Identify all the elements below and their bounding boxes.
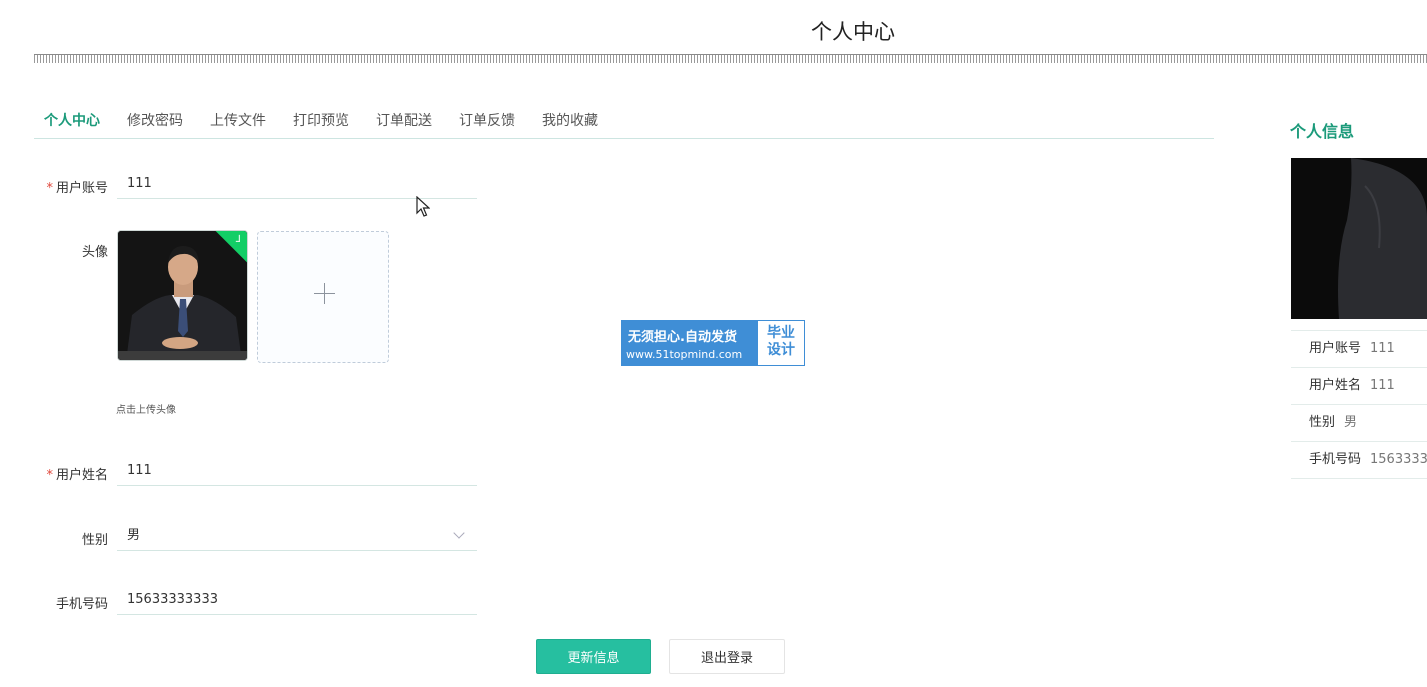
watermark-badge: 毕业 设计 xyxy=(758,321,804,365)
profile-page: 个人中心 个人中心 修改密码 上传文件 打印预览 订单配送 订单反馈 我的收藏 … xyxy=(0,0,1427,687)
sidebar-info-list: 用户账号111 用户姓名111 性别男 手机号码15633333333 xyxy=(1291,330,1427,479)
gender-select[interactable]: 男 xyxy=(117,521,477,551)
avatar-person-image xyxy=(118,231,247,360)
mouse-cursor-icon xyxy=(416,196,430,217)
gender-selected-value: 男 xyxy=(127,528,141,543)
name-label: * 用户姓名 xyxy=(46,468,108,483)
avatar-label: 头像 xyxy=(81,245,108,260)
tab-bar: 个人中心 修改密码 上传文件 打印预览 订单配送 订单反馈 我的收藏 xyxy=(34,106,1214,139)
title-divider xyxy=(34,54,1427,63)
avatar-upload-button[interactable] xyxy=(257,231,389,363)
logout-button[interactable]: 退出登录 xyxy=(669,639,785,674)
account-input[interactable] xyxy=(117,169,477,199)
avatar-image[interactable] xyxy=(117,230,248,361)
watermark-slogan: 无须担心.自动发货 xyxy=(628,330,737,345)
sidebar-row-name: 用户姓名 111 xyxy=(1291,367,1427,404)
sidebar-title: 个人信息 xyxy=(1290,122,1355,141)
avatar-upload-hint: 点击上传头像 xyxy=(116,405,176,416)
chevron-down-icon xyxy=(453,527,465,539)
tab-upload-file[interactable]: 上传文件 xyxy=(210,106,266,138)
tab-print-preview[interactable]: 打印预览 xyxy=(293,106,349,138)
phone-label: 手机号码 xyxy=(55,597,108,612)
page-title: 个人中心 xyxy=(811,20,895,44)
name-input[interactable] xyxy=(117,456,477,486)
sidebar-row-phone: 手机号码15633333333 xyxy=(1291,441,1427,479)
tab-order-feedback[interactable]: 订单反馈 xyxy=(459,106,515,138)
tab-order-delivery[interactable]: 订单配送 xyxy=(376,106,432,138)
required-mark: * xyxy=(46,181,53,196)
watermark-url: www.51topmind.com xyxy=(626,348,743,361)
sidebar-row-gender: 性别男 xyxy=(1291,404,1427,441)
sidebar-avatar-image xyxy=(1291,158,1427,319)
tab-my-favorites[interactable]: 我的收藏 xyxy=(542,106,598,138)
tab-change-password[interactable]: 修改密码 xyxy=(127,106,183,138)
account-label: * 用户账号 xyxy=(46,181,108,196)
phone-input[interactable] xyxy=(117,585,477,615)
sidebar-row-account: 用户账号 111 xyxy=(1291,330,1427,367)
gender-label: 性别 xyxy=(81,533,108,548)
tab-personal-center[interactable]: 个人中心 xyxy=(44,106,100,138)
watermark-banner: 无须担心.自动发货 www.51topmind.com 毕业 设计 xyxy=(621,320,805,366)
update-info-button[interactable]: 更新信息 xyxy=(536,639,651,674)
